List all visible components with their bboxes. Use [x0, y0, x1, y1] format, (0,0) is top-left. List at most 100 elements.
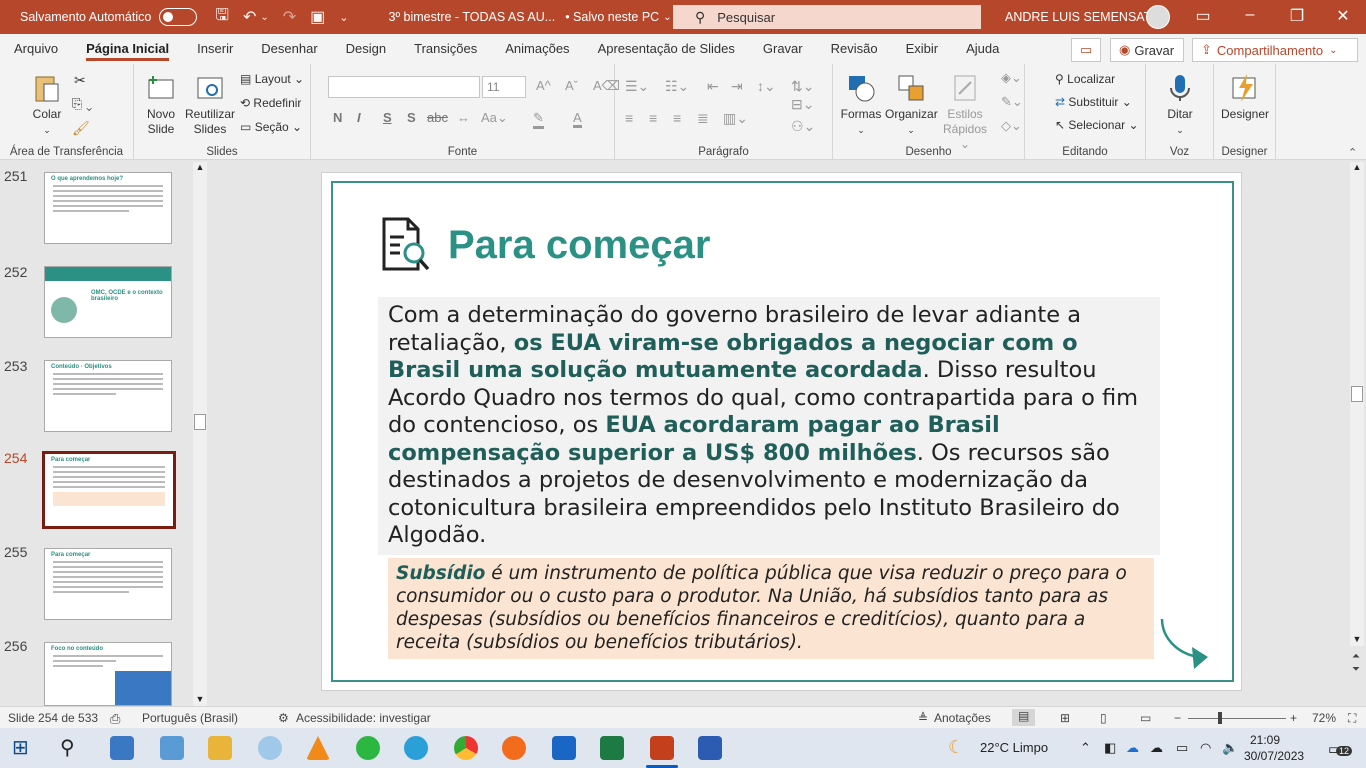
- share-button[interactable]: ⇪ Compartilhamento ⌄: [1192, 38, 1358, 62]
- outlook-icon[interactable]: [552, 736, 576, 760]
- align-center-icon[interactable]: ≡: [649, 110, 657, 126]
- record-button[interactable]: ◉ Gravar: [1110, 38, 1184, 62]
- slide-thumbnail[interactable]: OMC, OCDE e o contexto brasileiro: [44, 266, 172, 338]
- select-button[interactable]: ↖ Selecionar ⌄: [1055, 118, 1139, 132]
- scroll-thumb[interactable]: [1351, 386, 1363, 402]
- slide-thumbnail-current[interactable]: Para começar: [42, 451, 176, 529]
- notes-button[interactable]: Anotações: [934, 711, 991, 725]
- comments-icon[interactable]: ▭: [1071, 38, 1101, 62]
- tab-exibir[interactable]: Exibir: [892, 34, 953, 64]
- language[interactable]: Português (Brasil): [142, 711, 238, 725]
- tab-gravar[interactable]: Gravar: [749, 34, 817, 64]
- tab-desenhar[interactable]: Desenhar: [247, 34, 331, 64]
- undo-icon[interactable]: ↶: [243, 7, 256, 27]
- edge-icon[interactable]: [404, 736, 428, 760]
- battery-icon[interactable]: ▭: [1176, 740, 1188, 756]
- excel-icon[interactable]: [600, 736, 624, 760]
- find-button[interactable]: ⚲ Localizar: [1055, 72, 1115, 86]
- zoom-slider-thumb[interactable]: [1218, 712, 1222, 724]
- customize-qat-icon[interactable]: ⌄: [339, 11, 348, 24]
- volume-icon[interactable]: 🔈: [1222, 740, 1238, 756]
- shape-outline-icon[interactable]: ✎⌄: [1001, 94, 1023, 110]
- accessibility-status[interactable]: Acessibilidade: investigar: [296, 711, 431, 725]
- increase-indent-icon[interactable]: ⇥: [731, 78, 743, 95]
- tab-design[interactable]: Design: [332, 34, 400, 64]
- section-button[interactable]: ▭ Seção ⌄: [240, 120, 302, 134]
- show-hidden-icons[interactable]: ⌃: [1080, 740, 1091, 756]
- smartart-icon[interactable]: ⚇⌄: [791, 118, 815, 135]
- zoom-in-icon[interactable]: +: [1290, 711, 1297, 725]
- shrink-font-icon[interactable]: Aˇ: [565, 78, 578, 93]
- accessibility-icon[interactable]: ⚙: [278, 711, 289, 725]
- columns-icon[interactable]: ▥⌄: [723, 110, 748, 127]
- italic-button[interactable]: I: [357, 110, 361, 125]
- designer-button[interactable]: Designer: [1218, 72, 1272, 122]
- weather-icon[interactable]: ☾: [948, 737, 964, 758]
- shape-fill-icon[interactable]: ◈⌄: [1001, 70, 1022, 86]
- save-status[interactable]: • Salvo neste PC: [565, 10, 659, 24]
- meet-icon[interactable]: ◧: [1104, 740, 1116, 756]
- user-name[interactable]: ANDRE LUIS SEMENSATO: [1005, 10, 1161, 24]
- cloud-icon[interactable]: ☁: [1150, 740, 1163, 756]
- scroll-down-icon[interactable]: ▼: [193, 694, 207, 704]
- teams-chat-icon[interactable]: [160, 736, 184, 760]
- maximize-icon[interactable]: ❐: [1282, 6, 1312, 26]
- tab-revisao[interactable]: Revisão: [817, 34, 892, 64]
- tab-animacoes[interactable]: Animações: [491, 34, 583, 64]
- prev-next-slide-icons[interactable]: ⏶ ⏷: [1352, 650, 1360, 676]
- tab-inserir[interactable]: Inserir: [183, 34, 247, 64]
- search-box[interactable]: ⚲ Pesquisar: [673, 5, 981, 29]
- weather-text[interactable]: 22°C Limpo: [980, 740, 1048, 755]
- replace-button[interactable]: ⇄ Substituir ⌄: [1055, 95, 1132, 109]
- slide-body-text[interactable]: Com a determinação do governo brasileiro…: [378, 297, 1160, 555]
- align-text-icon[interactable]: ⊟⌄: [791, 96, 814, 113]
- undo-dropdown-icon[interactable]: ⌄: [260, 12, 268, 23]
- scroll-up-icon[interactable]: ▲: [1350, 162, 1364, 172]
- format-painter-icon[interactable]: 🖌: [72, 120, 90, 137]
- bold-button[interactable]: N: [333, 110, 342, 125]
- subsidy-note[interactable]: Subsídio é um instrumento de política pú…: [388, 558, 1154, 659]
- app-icon[interactable]: [258, 736, 282, 760]
- powerpoint-icon[interactable]: [650, 736, 674, 760]
- numbering-icon[interactable]: ☷⌄: [665, 78, 689, 95]
- cut-icon[interactable]: ✂: [74, 72, 86, 89]
- autosave-toggle[interactable]: [159, 8, 198, 26]
- file-explorer-icon[interactable]: [208, 736, 232, 760]
- scroll-up-icon[interactable]: ▲: [193, 162, 207, 172]
- wifi-icon[interactable]: ◠: [1200, 740, 1211, 756]
- fit-slide-icon[interactable]: ⛶: [1348, 711, 1356, 726]
- change-case-icon[interactable]: Aa⌄: [481, 110, 508, 126]
- tab-apresentacao[interactable]: Apresentação de Slides: [584, 34, 749, 64]
- font-color-icon[interactable]: A: [573, 110, 582, 128]
- whatsapp-icon[interactable]: [356, 736, 380, 760]
- arrange-button[interactable]: Organizar ⌄: [885, 72, 938, 138]
- save-icon[interactable]: 🖫: [215, 4, 229, 31]
- grow-font-icon[interactable]: A^: [536, 78, 551, 93]
- font-name-select[interactable]: [328, 76, 480, 98]
- minimize-icon[interactable]: –: [1235, 6, 1265, 24]
- reset-button[interactable]: ⟲ Redefinir: [240, 96, 301, 110]
- shapes-button[interactable]: Formas ⌄: [837, 72, 885, 138]
- zoom-out-icon[interactable]: −: [1174, 711, 1181, 725]
- quick-styles-button[interactable]: Estilos Rápidos ⌄: [937, 72, 993, 152]
- slideshow-icon[interactable]: ▭: [1140, 711, 1151, 725]
- windows-start-icon[interactable]: ⊞: [12, 736, 36, 760]
- firefox-icon[interactable]: [502, 736, 526, 760]
- close-icon[interactable]: ✕: [1328, 6, 1358, 26]
- present-icon[interactable]: ▣: [310, 7, 325, 27]
- normal-view-icon[interactable]: ▤: [1012, 709, 1036, 726]
- ribbon-display-icon[interactable]: ▭: [1188, 6, 1218, 26]
- clock-date[interactable]: 30/07/2023: [1244, 749, 1304, 763]
- collapse-ribbon-icon[interactable]: ⌃: [1348, 146, 1357, 159]
- shape-effects-icon[interactable]: ◇⌄: [1001, 118, 1022, 134]
- chrome-icon[interactable]: [454, 736, 478, 760]
- canvas-scrollbar[interactable]: ▲ ▼: [1350, 162, 1364, 646]
- dictate-button[interactable]: Ditar ⌄: [1156, 72, 1204, 138]
- scroll-down-icon[interactable]: ▼: [1350, 634, 1364, 644]
- tab-arquivo[interactable]: Arquivo: [0, 34, 72, 64]
- scroll-thumb[interactable]: [194, 414, 206, 430]
- copy-icon[interactable]: ⎘ ⌄: [72, 96, 92, 112]
- onedrive-icon[interactable]: ☁: [1126, 740, 1139, 756]
- char-spacing-icon[interactable]: ↔: [457, 110, 470, 125]
- tab-transicoes[interactable]: Transições: [400, 34, 491, 64]
